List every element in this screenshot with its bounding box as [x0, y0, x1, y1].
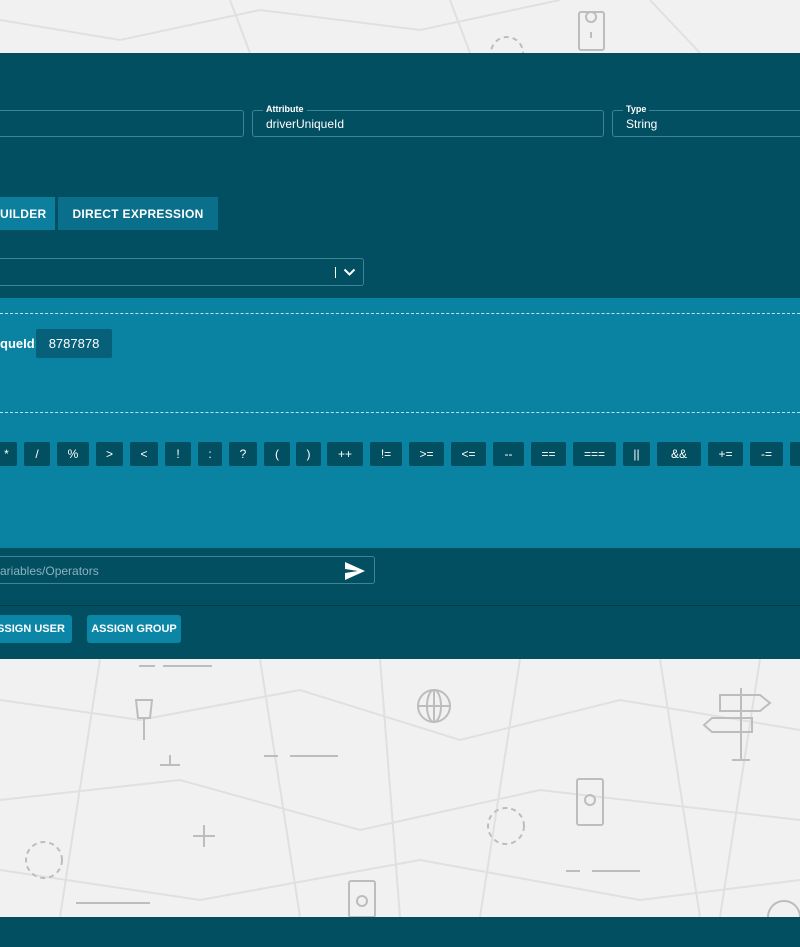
operator-button[interactable]: > — [96, 442, 123, 466]
dashed-divider-top — [0, 313, 800, 314]
operator-button[interactable]: == — [531, 442, 566, 466]
operator-button[interactable]: >= — [409, 442, 444, 466]
assign-user-button[interactable]: ASSIGN USER — [0, 615, 72, 643]
operator-button[interactable]: -- — [493, 442, 524, 466]
operator-button[interactable]: -= — [750, 442, 783, 466]
expression-builder-panel: queId: 8787878 * / % > < ! : ? ( ) ++ !=… — [0, 298, 800, 548]
operator-button[interactable]: && — [657, 442, 701, 466]
operator-button[interactable]: % — [57, 442, 89, 466]
type-value: String — [626, 117, 658, 131]
operator-button-partial[interactable] — [790, 442, 800, 466]
condition-value-chip[interactable]: 8787878 — [36, 329, 112, 358]
actions-divider — [0, 605, 800, 606]
operator-button[interactable]: ++ — [327, 442, 363, 466]
name-field[interactable] — [0, 110, 244, 137]
operator-button[interactable]: ( — [264, 442, 290, 466]
operator-button[interactable]: < — [130, 442, 158, 466]
operator-button[interactable]: != — [370, 442, 402, 466]
operator-button[interactable]: ) — [296, 442, 321, 466]
assign-user-label: ASSIGN USER — [0, 623, 65, 635]
expression-placeholder: ariables/Operators — [0, 564, 99, 578]
operator-button[interactable]: * — [0, 442, 17, 466]
expression-input[interactable]: ariables/Operators — [0, 556, 375, 584]
chevron-down-icon[interactable] — [343, 267, 356, 277]
attribute-field[interactable]: Attribute driverUniqueId — [252, 103, 604, 137]
condition-label: queId: — [0, 336, 39, 351]
operator-button[interactable]: || — [623, 442, 650, 466]
assign-group-button[interactable]: ASSIGN GROUP — [87, 615, 181, 643]
type-label: Type — [623, 103, 650, 115]
attribute-value: driverUniqueId — [266, 117, 345, 131]
select-separator — [335, 267, 336, 278]
dashed-divider-bottom — [0, 412, 800, 413]
tab-direct-expression[interactable]: DIRECT EXPRESSION — [58, 197, 218, 230]
operator-button[interactable]: / — [24, 442, 50, 466]
operator-button[interactable]: ! — [165, 442, 191, 466]
expression-dialog: Attribute driverUniqueId Type String UIL… — [0, 53, 800, 659]
operator-button[interactable]: ? — [229, 442, 257, 466]
operator-button[interactable]: : — [198, 442, 222, 466]
attribute-label: Attribute — [263, 103, 307, 115]
send-icon[interactable] — [344, 561, 366, 581]
variable-select[interactable] — [0, 258, 364, 286]
operator-button[interactable]: <= — [451, 442, 486, 466]
tab-builder[interactable]: UILDER — [0, 197, 55, 230]
operator-button[interactable]: += — [708, 442, 743, 466]
type-field[interactable]: Type String — [612, 103, 800, 137]
footer-bar — [0, 917, 800, 947]
operator-button[interactable]: === — [573, 442, 616, 466]
